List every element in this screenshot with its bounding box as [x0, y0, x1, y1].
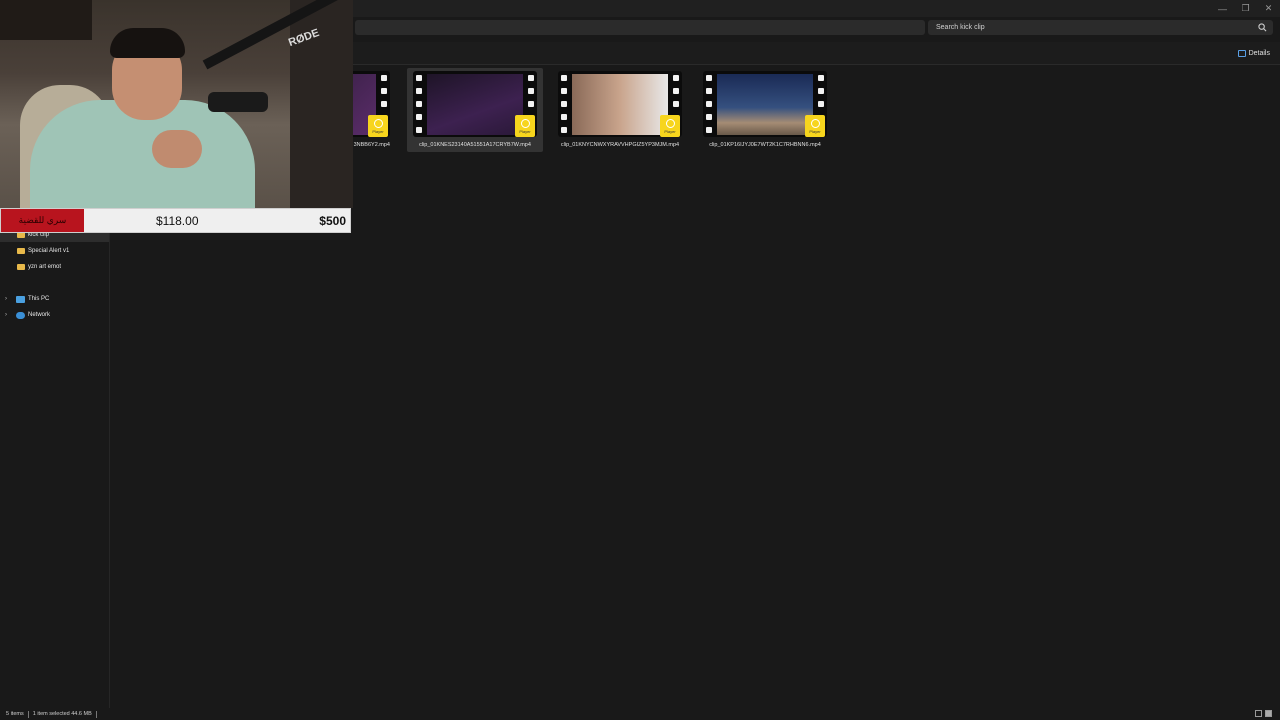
- file-name: clip_01KNES23140A51551A17CRYB7W.mp4: [419, 142, 531, 148]
- file-name: clip_01KP16IJYJ0E7WT2K1C7RHBNN6.mp4: [709, 142, 821, 148]
- streamer-hand: [152, 130, 202, 168]
- film-sprocket: [561, 114, 567, 120]
- film-sprocket: [818, 101, 824, 107]
- film-sprocket: [706, 101, 712, 107]
- player-badge: Player: [515, 115, 535, 137]
- navigation-pane: kick clip Special Alert v1 yzn art emot …: [0, 228, 110, 708]
- sidebar-item-label: This PC: [28, 296, 50, 302]
- donation-amount: $118.00: [156, 214, 199, 228]
- chevron-right-icon[interactable]: ›: [5, 312, 12, 318]
- badge-label: Player: [664, 128, 676, 134]
- thumbnail-frame: [427, 74, 523, 135]
- sidebar-item-special-alert[interactable]: Special Alert v1: [0, 244, 109, 258]
- player-badge: Player: [660, 115, 680, 137]
- donation-label: سري للقضية: [1, 209, 84, 232]
- film-sprocket: [561, 88, 567, 94]
- film-sprocket: [673, 101, 679, 107]
- donation-goal: $500: [319, 214, 346, 228]
- chevron-right-icon[interactable]: ›: [5, 296, 12, 302]
- pc-icon: [16, 295, 25, 303]
- file-item[interactable]: Player clip_01KP16IJYJ0E7WT2K1C7RHBNN6.m…: [697, 68, 833, 152]
- video-thumbnail: Player: [703, 71, 827, 137]
- search-placeholder: Search kick clip: [936, 24, 985, 31]
- webcam-overlay: RØDE: [0, 0, 353, 208]
- film-sprocket: [561, 127, 567, 133]
- close-button[interactable]: ✕: [1257, 0, 1280, 17]
- search-icon[interactable]: [1258, 23, 1267, 32]
- film-sprocket: [416, 75, 422, 81]
- film-sprocket: [706, 88, 712, 94]
- minimize-button[interactable]: —: [1211, 0, 1234, 17]
- status-bar: 5 items 1 item selected 44.6 MB: [0, 708, 1280, 720]
- video-thumbnail: Player: [558, 71, 682, 137]
- play-icon: [520, 118, 530, 128]
- video-thumbnail: Player: [413, 71, 537, 137]
- player-badge: Player: [368, 115, 388, 137]
- streamer-hair: [110, 28, 185, 58]
- large-icons-view-icon[interactable]: [1265, 710, 1272, 717]
- film-sprocket: [818, 75, 824, 81]
- sidebar-item-this-pc[interactable]: › This PC: [0, 292, 109, 306]
- film-sprocket: [528, 88, 534, 94]
- film-sprocket: [673, 75, 679, 81]
- badge-label: Player: [372, 128, 384, 134]
- film-sprocket: [706, 114, 712, 120]
- donation-progress: $118.00 $500: [84, 209, 350, 232]
- film-sprocket: [528, 101, 534, 107]
- film-sprocket: [381, 75, 387, 81]
- sidebar-item-network[interactable]: › Network: [0, 308, 109, 322]
- thumbnail-frame: [572, 74, 668, 135]
- film-sprocket: [416, 101, 422, 107]
- file-name: clip_01KNYCNWXYRAVVHPGIZ5YP3MJM.mp4: [560, 142, 680, 148]
- film-sprocket: [381, 101, 387, 107]
- film-sprocket: [528, 75, 534, 81]
- folder-icon: [17, 248, 25, 254]
- search-input[interactable]: Search kick clip: [928, 20, 1273, 35]
- film-sprocket: [561, 101, 567, 107]
- play-icon: [665, 118, 675, 128]
- microphone: [208, 92, 268, 112]
- badge-label: Player: [519, 128, 531, 134]
- network-icon: [16, 311, 25, 319]
- status-divider: [27, 710, 29, 718]
- file-item[interactable]: Player clip_01KNES23140A51551A17CRYB7W.m…: [407, 68, 543, 152]
- window-controls: — ❐ ✕: [1211, 0, 1280, 17]
- details-label: Details: [1248, 49, 1270, 57]
- wall-art: [0, 0, 92, 40]
- film-sprocket: [381, 88, 387, 94]
- film-sprocket: [706, 127, 712, 133]
- film-sprocket: [706, 75, 712, 81]
- donation-goal-bar: سري للقضية $118.00 $500: [0, 208, 351, 233]
- folder-icon: [17, 264, 25, 270]
- details-pane-icon: [1237, 49, 1246, 57]
- address-bar[interactable]: [355, 20, 925, 35]
- file-item[interactable]: Player clip_01KNYCNWXYRAVVHPGIZ5YP3MJM.m…: [552, 68, 688, 152]
- play-icon: [373, 118, 383, 128]
- film-sprocket: [416, 88, 422, 94]
- status-divider: [95, 710, 97, 718]
- film-sprocket: [416, 127, 422, 133]
- badge-label: Player: [809, 128, 821, 134]
- details-button[interactable]: Details: [1237, 47, 1270, 59]
- item-count: 5 items: [6, 711, 24, 717]
- film-sprocket: [561, 75, 567, 81]
- details-view-icon[interactable]: [1255, 710, 1262, 717]
- play-icon: [810, 118, 820, 128]
- film-sprocket: [673, 88, 679, 94]
- sidebar-item-yzn-art-emot[interactable]: yzn art emot: [0, 260, 109, 274]
- film-sprocket: [818, 88, 824, 94]
- view-toggle: [1255, 710, 1272, 717]
- selection-info: 1 item selected 44.6 MB: [32, 711, 92, 717]
- thumbnail-frame: [717, 74, 813, 135]
- sidebar-item-label: Special Alert v1: [28, 248, 70, 254]
- player-badge: Player: [805, 115, 825, 137]
- film-sprocket: [416, 114, 422, 120]
- sidebar-item-label: yzn art emot: [28, 264, 62, 270]
- sidebar-item-label: Network: [28, 312, 51, 318]
- restore-button[interactable]: ❐: [1234, 0, 1257, 17]
- wall-panel: [290, 0, 353, 208]
